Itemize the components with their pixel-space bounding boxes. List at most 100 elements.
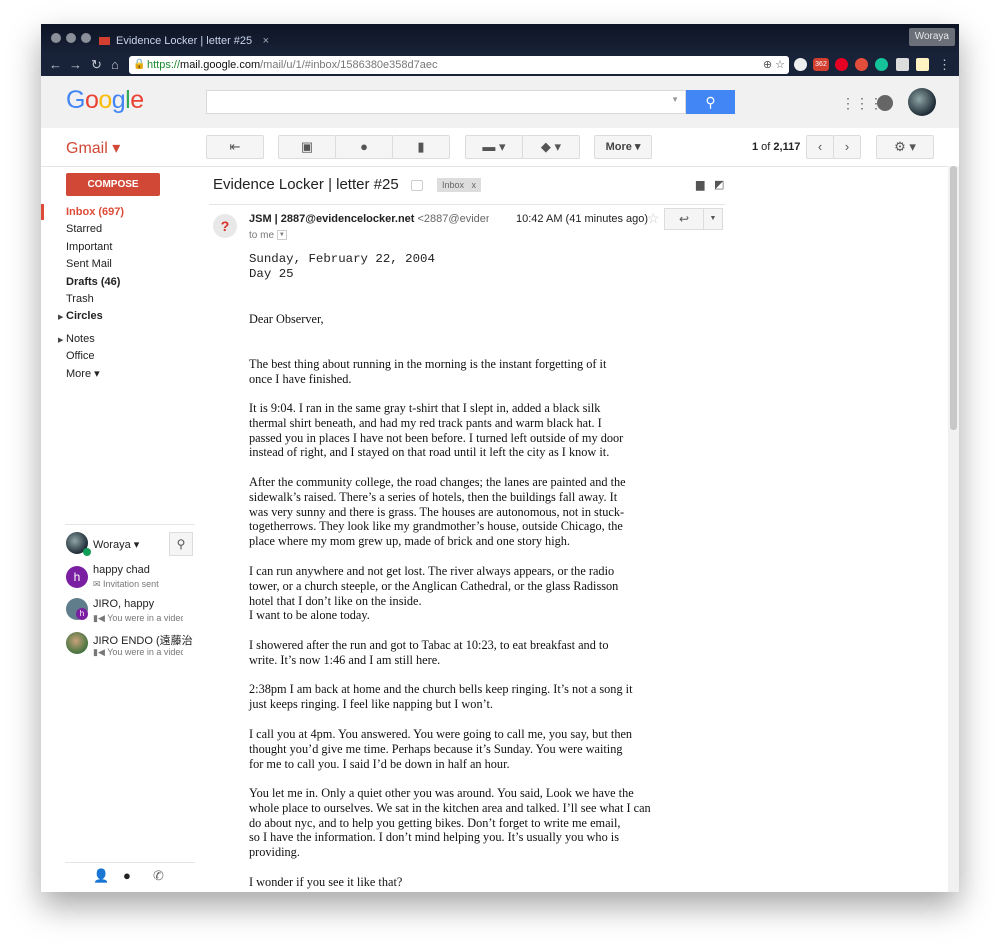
date-line: Sunday, February 22, 2004	[249, 252, 435, 266]
lock-icon: 🔒	[133, 59, 146, 70]
search-button[interactable]: ⚲	[686, 90, 735, 114]
labels-button[interactable]: ◆ ▾	[522, 135, 580, 159]
older-button[interactable]: ›	[833, 135, 861, 159]
reply-button[interactable]: ↩	[664, 208, 704, 230]
apps-grid-icon[interactable]: ⋮⋮⋮	[841, 96, 883, 110]
nav-inbox[interactable]: Inbox (697)	[66, 204, 196, 221]
sender-name: JSM | 2887@evidencelocker.net	[249, 213, 415, 225]
compose-button[interactable]: COMPOSE	[66, 173, 160, 196]
online-status-icon	[83, 548, 91, 556]
delete-button[interactable]: ▮	[392, 135, 450, 159]
mail-toolbar: Gmail ▾ ⇤ ▣ ● ▮ ▬ ▾ ◆ ▾ More ▾ 1 of 2,11…	[41, 128, 959, 167]
inbox-label-chip: Inbox x	[437, 178, 482, 192]
nav-starred[interactable]: Starred	[66, 221, 196, 238]
home-icon[interactable]: ⌂	[111, 57, 119, 73]
sender: JSM | 2887@evidencelocker.net <2887@evid…	[249, 213, 489, 225]
minimize-window-button[interactable]	[66, 33, 76, 43]
nav-more[interactable]: More ▾	[66, 366, 196, 383]
contact-name[interactable]: JIRO ENDO (遠藤治)	[93, 632, 193, 648]
back-to-inbox-button[interactable]: ⇤	[206, 135, 264, 159]
new-window-icon[interactable]: ◩	[714, 178, 724, 191]
url-input[interactable]: 🔒 https://mail.google.com/mail/u/1/#inbo…	[129, 56, 789, 74]
spam-icon: ●	[360, 139, 368, 154]
reply-more-button[interactable]: ▼	[703, 208, 723, 230]
maximize-window-button[interactable]	[81, 33, 91, 43]
zoom-star-icons[interactable]: ⊕ ☆	[763, 56, 785, 74]
settings-button[interactable]: ⚙ ▾	[876, 135, 934, 159]
grammarly-icon[interactable]	[875, 58, 888, 71]
nav-office[interactable]: Office	[66, 348, 196, 365]
tag-icon: ◆ ▾	[540, 139, 562, 154]
search-input[interactable]: ▼	[206, 90, 686, 114]
greeting: Dear Observer,	[249, 312, 324, 326]
print-icon[interactable]: ▆	[696, 178, 704, 191]
profile-chip[interactable]: Woraya	[908, 28, 955, 46]
nav-notes[interactable]: Notes	[66, 331, 196, 348]
tab-close-icon[interactable]: ×	[263, 28, 269, 54]
archive-button[interactable]: ▣	[278, 135, 336, 159]
reply-icon: ↩	[678, 212, 690, 226]
contact-status: ▮◀ You were in a video c	[93, 613, 183, 624]
hangouts-divider	[65, 524, 195, 525]
newer-button[interactable]: ‹	[806, 135, 834, 159]
nav-sent-mail[interactable]: Sent Mail	[66, 256, 196, 273]
envelope-icon: ✉	[93, 579, 104, 589]
contact-avatar[interactable]: h	[66, 566, 88, 588]
body-paragraph: It is 9:04. I ran in the same gray t-shi…	[249, 401, 624, 460]
active-indicator	[41, 204, 44, 220]
body-paragraph: You let me in. Only a quiet other you wa…	[249, 786, 651, 860]
browser-tab[interactable]: Evidence Locker | letter #25 ×	[99, 28, 269, 54]
extension-red-icon[interactable]	[855, 58, 868, 71]
account-avatar[interactable]	[908, 88, 936, 116]
contact-status: ▮◀ You were in a video c	[93, 647, 183, 658]
video-icon: ▮◀	[93, 647, 108, 657]
contact-name[interactable]: JIRO, happy	[93, 598, 154, 610]
nav-trash[interactable]: Trash	[66, 291, 196, 308]
move-to-button[interactable]: ▬ ▾	[465, 135, 523, 159]
forward-icon[interactable]: →	[69, 57, 82, 73]
nav-drafts[interactable]: Drafts (46)	[66, 274, 196, 291]
extension-doc-icon[interactable]	[916, 58, 929, 71]
body-paragraph: I call you at 4pm. You answered. You wer…	[249, 727, 633, 771]
google-header: Google ▼ ⚲ ⋮⋮⋮	[41, 76, 959, 129]
close-window-button[interactable]	[51, 33, 61, 43]
gmail-menu[interactable]: Gmail ▾	[66, 138, 120, 158]
nav-circles[interactable]: Circles	[66, 308, 196, 325]
expand-notes-icon[interactable]: ▶	[58, 336, 63, 344]
importance-marker-icon[interactable]	[411, 180, 423, 191]
star-icon[interactable]: ☆	[647, 210, 660, 227]
search-icon: ⚲	[705, 94, 716, 110]
remove-label-icon[interactable]: x	[472, 180, 477, 190]
url-path: /mail/u/1/#inbox/1586380e358d7aec	[260, 59, 438, 71]
address-bar-row: ← → ↻ ⌂ 🔒 https://mail.google.com/mail/u…	[41, 54, 959, 76]
extension-white-icon[interactable]	[794, 58, 807, 71]
pinterest-icon[interactable]	[835, 58, 848, 71]
contact-name[interactable]: happy chad	[93, 564, 150, 576]
notifications-icon[interactable]	[877, 95, 893, 111]
google-logo[interactable]: Google	[66, 86, 144, 115]
contact-status: ✉ Invitation sent	[93, 579, 183, 590]
back-icon[interactable]: ←	[49, 57, 62, 73]
chrome-menu-icon[interactable]: ⋮	[938, 57, 951, 73]
hangouts-me[interactable]: Woraya ▾	[93, 538, 139, 551]
extension-badge-icon[interactable]: 362	[813, 58, 829, 71]
details-toggle-icon[interactable]: ▼	[276, 230, 287, 241]
contact-avatar[interactable]	[66, 632, 88, 654]
contacts-icon[interactable]: 👤	[93, 868, 109, 884]
contact-avatar-small: h	[76, 608, 88, 620]
more-button[interactable]: More ▾	[594, 135, 652, 159]
hangouts-search-button[interactable]: ⚲	[169, 532, 193, 556]
scrollbar-thumb[interactable]	[950, 166, 957, 430]
nav-important[interactable]: Important	[66, 239, 196, 256]
phone-icon[interactable]: ✆	[153, 868, 164, 884]
search-options-icon[interactable]: ▼	[671, 95, 679, 104]
report-spam-button[interactable]: ●	[335, 135, 393, 159]
body-paragraph: After the community college, the road ch…	[249, 475, 626, 549]
reload-icon[interactable]: ↻	[91, 57, 102, 73]
body-paragraph: I can run anywhere and not get lost. The…	[249, 564, 619, 623]
search-icon: ⚲	[176, 537, 186, 551]
expand-circles-icon[interactable]: ▶	[58, 313, 63, 321]
extension-gray-icon[interactable]	[896, 58, 909, 71]
hangouts-icon[interactable]: ●	[123, 868, 131, 883]
hangouts-bottom-bar: 👤 ● ✆	[65, 866, 195, 888]
